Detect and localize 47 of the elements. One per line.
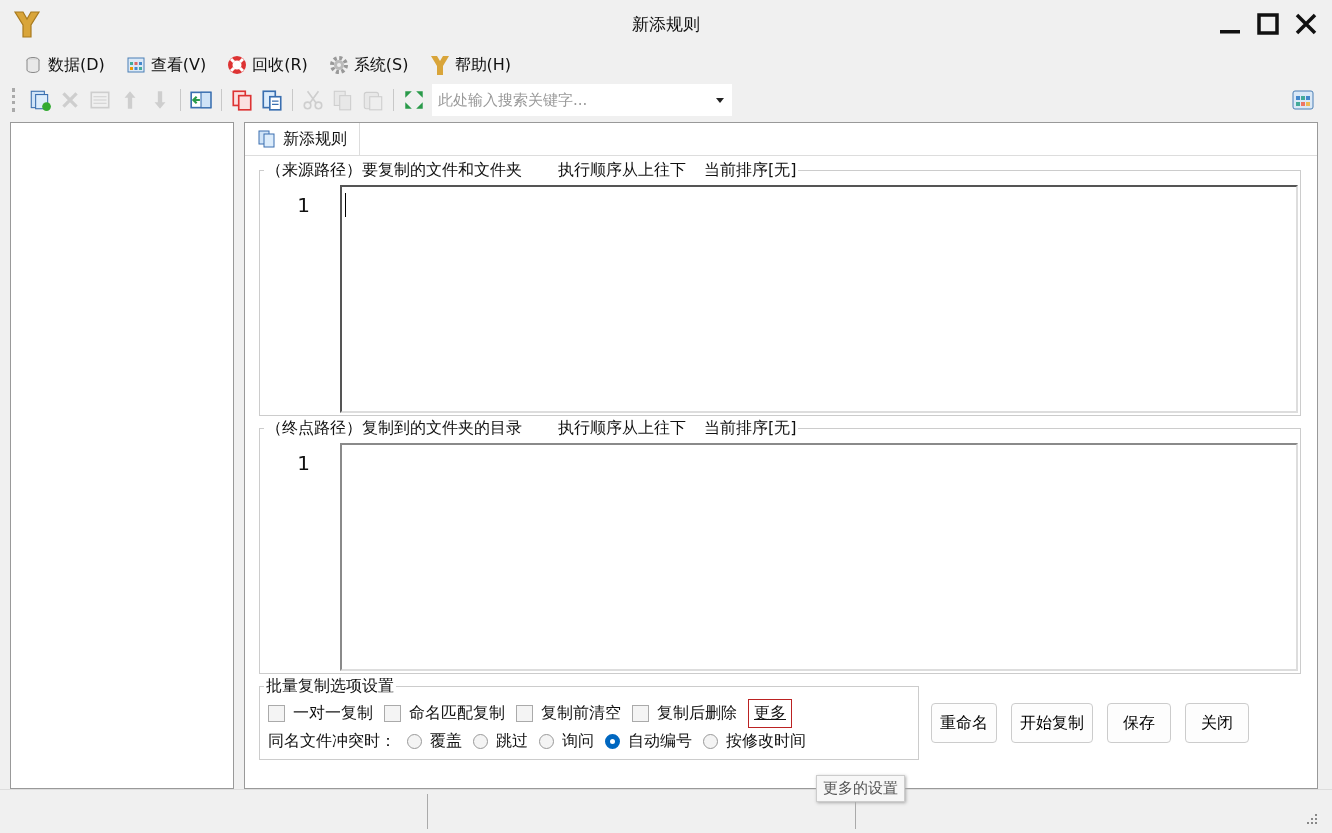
checkbox[interactable]: 复制前清空 — [516, 702, 621, 724]
line-number: 1 — [296, 451, 310, 475]
group-note: 执行顺序从上往下 — [558, 418, 686, 437]
app-logo-icon — [12, 9, 42, 39]
action-button[interactable]: 保存 — [1107, 703, 1171, 743]
checkbox[interactable]: 复制后删除 — [632, 702, 737, 724]
grid-view-icon[interactable] — [1292, 89, 1314, 111]
logo-icon — [428, 54, 451, 76]
window-title: 新添规则 — [631, 12, 701, 36]
group-title: 批量复制选项设置 — [265, 676, 395, 697]
tooltip: 更多的设置 — [816, 775, 905, 802]
gear-icon — [327, 54, 350, 76]
radio-button[interactable]: 按修改时间 — [703, 730, 806, 752]
lifebuoy-icon — [226, 54, 249, 76]
menu-item[interactable]: 查看(V) — [124, 54, 207, 76]
search-field[interactable]: 此处输入搜索关键字... — [432, 84, 732, 116]
action-button[interactable]: 关闭 — [1185, 703, 1249, 743]
close-icon[interactable] — [1294, 12, 1318, 36]
new-document-icon[interactable] — [28, 88, 52, 112]
radio-button[interactable]: 跳过 — [473, 730, 528, 752]
checkbox[interactable]: 命名匹配复制 — [384, 702, 505, 724]
radio-button[interactable]: 覆盖 — [407, 730, 462, 752]
dropdown-arrow-icon[interactable] — [716, 98, 724, 103]
menu-item[interactable]: 回收(R) — [226, 54, 308, 76]
action-button[interactable]: 重命名 — [931, 703, 997, 743]
group-title: （终点路径）复制到的文件夹的目录 — [266, 418, 522, 437]
more-link[interactable]: 更多 — [748, 698, 792, 728]
radio-button[interactable]: 询问 — [539, 730, 594, 752]
expand-icon[interactable] — [402, 88, 426, 112]
menu-item[interactable]: 数据(D) — [22, 54, 105, 76]
menu-item[interactable]: 系统(S) — [327, 54, 409, 76]
radio-button[interactable]: 自动编号 — [605, 730, 692, 752]
group-note: 执行顺序从上往下 — [558, 160, 686, 179]
grid-icon — [124, 54, 147, 76]
group-title: （来源路径）要复制的文件和文件夹 — [266, 160, 522, 179]
checkbox[interactable]: 一对一复制 — [268, 702, 373, 724]
resize-grip-icon[interactable] — [1306, 813, 1318, 825]
documents-icon — [257, 129, 277, 149]
group-note: 当前排序[无] — [704, 418, 797, 437]
line-number: 1 — [296, 193, 310, 217]
action-button[interactable]: 开始复制 — [1011, 703, 1093, 743]
clipboard-icon[interactable] — [260, 88, 284, 112]
group-note: 当前排序[无] — [704, 160, 797, 179]
conflict-label: 同名文件冲突时： — [268, 730, 396, 752]
menu-item[interactable]: 帮助(H) — [428, 54, 511, 76]
copy-icon[interactable] — [230, 88, 254, 112]
maximize-icon[interactable] — [1256, 12, 1280, 36]
